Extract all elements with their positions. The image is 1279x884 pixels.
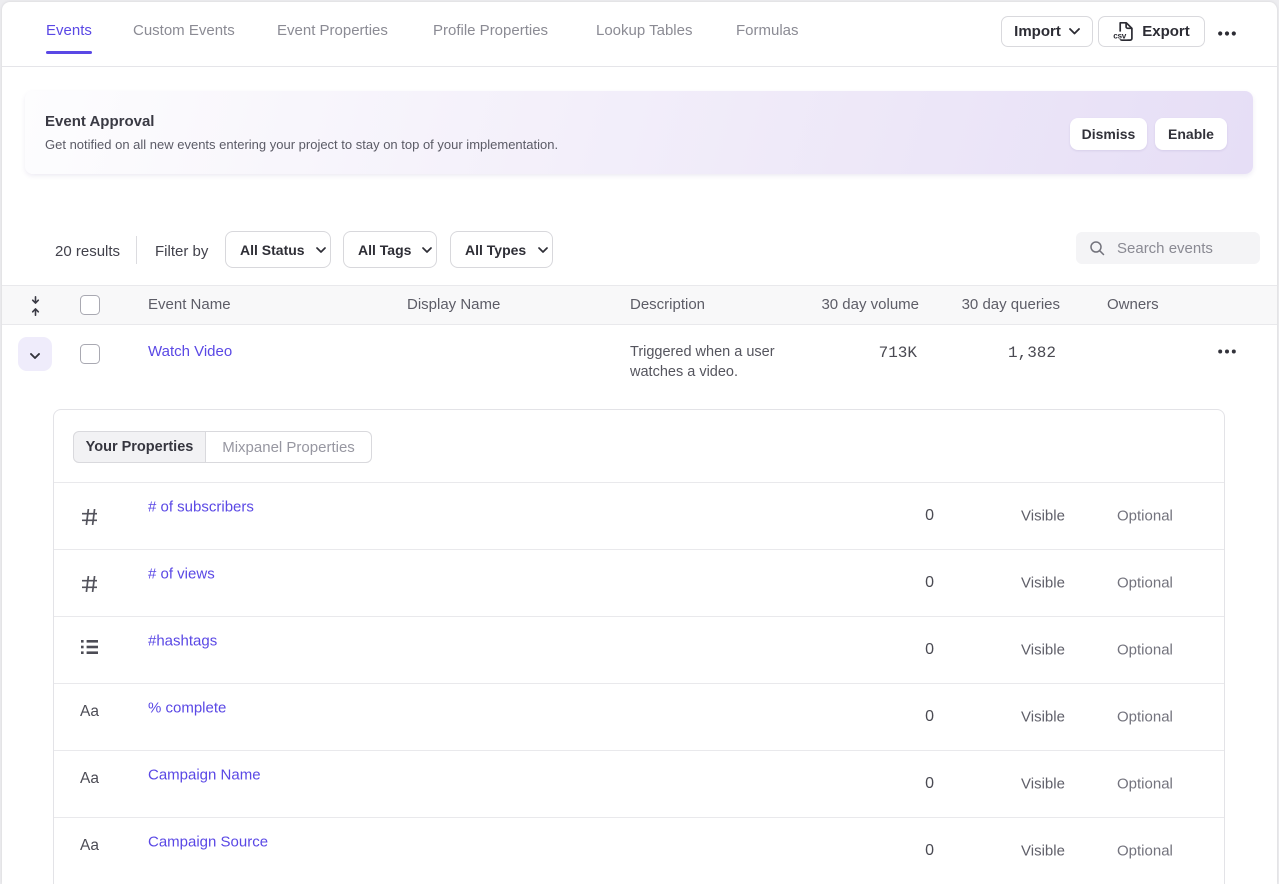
svg-text:csv: csv	[1113, 31, 1127, 40]
